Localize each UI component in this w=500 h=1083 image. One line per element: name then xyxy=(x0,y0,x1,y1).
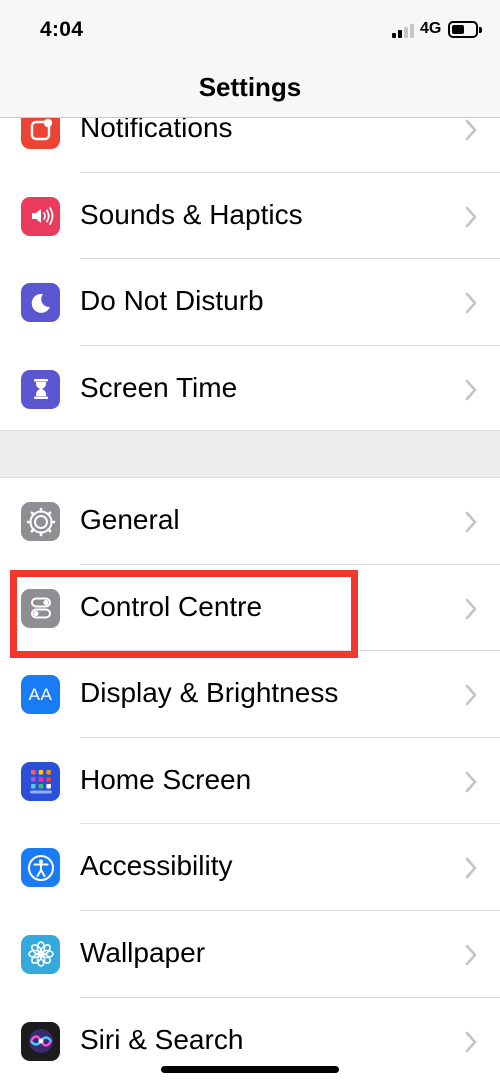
app-grid-icon xyxy=(21,761,60,801)
cellular-signal-icon xyxy=(392,23,414,38)
chevron-right-icon xyxy=(465,292,477,314)
highlight-box-control-centre xyxy=(10,570,358,658)
chevron-right-icon xyxy=(465,858,477,879)
chevron-right-icon xyxy=(465,119,477,141)
chevron-right-icon xyxy=(465,684,477,706)
text-size-glyph: AA xyxy=(28,684,53,704)
chevron-right-icon xyxy=(465,598,477,619)
settings-row-label: General xyxy=(80,504,180,535)
settings-row-label: Screen Time xyxy=(80,371,238,403)
navigation-bar: Settings xyxy=(0,62,500,118)
settings-row-wallpaper[interactable]: Wallpaper xyxy=(0,911,500,998)
settings-row-display-brightness[interactable]: AA Display & Brightness xyxy=(0,651,500,738)
chevron-right-icon xyxy=(465,944,477,966)
gear-icon xyxy=(21,502,60,541)
settings-row-label: Do Not Disturb xyxy=(80,285,264,317)
chevron-right-icon xyxy=(465,206,477,227)
speaker-icon xyxy=(21,196,60,236)
settings-group-1: Notifications Sounds & Haptics Do Not Di… xyxy=(0,118,500,433)
notifications-icon xyxy=(21,118,60,149)
settings-row-sounds-haptics[interactable]: Sounds & Haptics xyxy=(0,173,500,260)
settings-row-label: Notifications xyxy=(80,118,233,143)
section-spacer xyxy=(0,430,500,478)
moon-icon xyxy=(21,283,60,323)
settings-row-label: Accessibility xyxy=(80,850,233,882)
hourglass-icon xyxy=(21,369,60,409)
page-title: Settings xyxy=(198,72,302,102)
accessibility-icon xyxy=(21,848,60,888)
chevron-right-icon xyxy=(465,511,477,533)
settings-row-label: Home Screen xyxy=(80,763,252,795)
settings-row-home-screen[interactable]: Home Screen xyxy=(0,738,500,825)
siri-icon xyxy=(21,1021,60,1061)
settings-row-general[interactable]: General xyxy=(0,478,500,565)
settings-row-label: Wallpaper xyxy=(80,936,206,968)
battery-icon xyxy=(448,21,482,38)
chevron-right-icon xyxy=(465,771,477,793)
network-type: 4G xyxy=(420,20,442,37)
settings-group-2: General Control Centre AA Display & Brig… xyxy=(0,478,500,1083)
settings-row-label: Sounds & Haptics xyxy=(80,198,303,230)
flower-icon xyxy=(21,934,60,974)
chevron-right-icon xyxy=(465,1031,477,1052)
settings-row-screen-time[interactable]: Screen Time xyxy=(0,346,500,433)
settings-row-notifications[interactable]: Notifications xyxy=(0,118,500,173)
settings-row-label: Display & Brightness xyxy=(80,677,339,709)
settings-row-label: Siri & Search xyxy=(80,1023,244,1055)
settings-row-accessibility[interactable]: Accessibility xyxy=(0,824,500,911)
status-bar: 4:04 4G xyxy=(0,0,500,62)
text-size-icon: AA xyxy=(21,675,60,715)
chevron-right-icon xyxy=(465,379,477,401)
status-time: 4:04 xyxy=(40,18,84,41)
home-indicator[interactable] xyxy=(161,1066,339,1073)
settings-row-do-not-disturb[interactable]: Do Not Disturb xyxy=(0,259,500,346)
